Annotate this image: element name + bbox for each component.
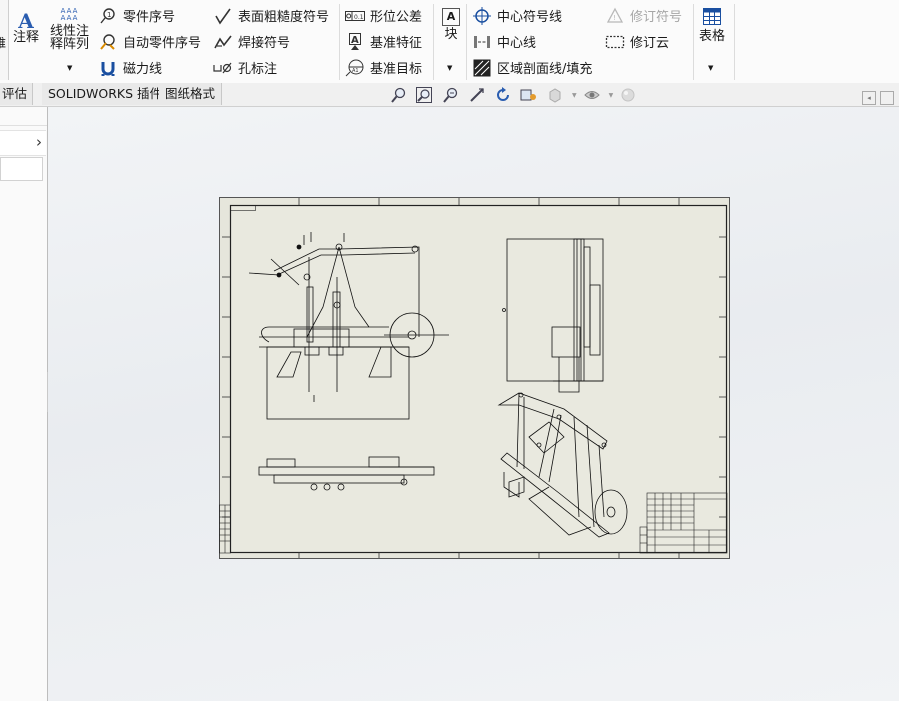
centerline-button[interactable]: 中心线	[472, 32, 536, 51]
hide-show-dropdown-icon[interactable]: ▼	[609, 92, 614, 99]
area-hatch-button[interactable]: 区域剖面线/填充	[472, 58, 592, 77]
revision-symbol-label: 修订符号	[630, 10, 683, 25]
datum-target-label: 基准目标	[370, 62, 423, 77]
datum-feature-label: 基准特征	[370, 36, 423, 51]
block-label: 块	[444, 27, 458, 42]
note-button[interactable]: A 注释	[13, 9, 40, 45]
note-icon: A	[18, 9, 34, 33]
area-hatch-icon	[472, 59, 492, 77]
command-manager-ribbon: 维 A 注释 AAA AAA 线性注 释阵列 ▼ 1 零件序号 自动零件序号 磁力…	[0, 0, 899, 84]
revision-cloud-button[interactable]: 修订云	[605, 32, 669, 51]
datum-feature-button[interactable]: A 基准特征	[345, 32, 422, 51]
surface-finish-button[interactable]: 表面粗糙度符号	[213, 6, 329, 25]
linear-note-pattern-button[interactable]: AAA AAA 线性注 释阵列	[50, 7, 90, 52]
auto-balloon-icon	[98, 33, 118, 51]
feature-manager-panel: ›	[0, 107, 57, 701]
balloon-button[interactable]: 1 零件序号	[98, 6, 175, 25]
balloon-icon: 1	[98, 7, 118, 25]
panel-header-strip	[0, 107, 47, 126]
heads-up-view-toolbar: ▼ ▼	[390, 87, 645, 103]
panel-filter-field[interactable]	[0, 157, 43, 181]
block-dropdown-icon[interactable]: ▼	[447, 64, 452, 72]
center-mark-button[interactable]: 中心符号线	[472, 6, 562, 25]
area-hatch-label: 区域剖面线/填充	[497, 62, 593, 77]
hole-callout-label: 孔标注	[238, 62, 278, 77]
auto-balloon-button[interactable]: 自动零件序号	[98, 32, 201, 51]
tab-evaluate[interactable]: 评估	[0, 83, 33, 105]
linear-note-pattern-dropdown-icon[interactable]: ▼	[67, 64, 72, 72]
linear-note-pattern-label: 线性注 释阵列	[50, 24, 90, 52]
hide-show-items-icon[interactable]	[583, 87, 601, 103]
ribbon-separator	[339, 4, 340, 80]
center-mark-label: 中心符号线	[497, 10, 563, 25]
surface-finish-label: 表面粗糙度符号	[238, 10, 330, 25]
table-icon	[703, 8, 721, 28]
ribbon-separator	[433, 4, 434, 80]
magnet-icon	[98, 59, 118, 77]
revision-cloud-label: 修订云	[630, 36, 670, 51]
centerline-icon	[472, 33, 492, 51]
ribbon-separator	[466, 4, 467, 80]
magnetic-line-button[interactable]: 磁力线	[98, 58, 162, 77]
center-mark-icon	[472, 6, 492, 25]
hole-callout-button[interactable]: 孔标注	[213, 58, 277, 77]
balloon-label: 零件序号	[123, 10, 176, 25]
view-orientation-icon[interactable]	[520, 87, 538, 103]
ribbon-separator	[734, 4, 735, 80]
ribbon-separator	[693, 4, 694, 80]
block-button[interactable]: A 块	[442, 8, 460, 41]
centerline-label: 中心线	[497, 36, 537, 51]
geometric-tolerance-label: 形位公差	[370, 10, 423, 25]
svg-text:0.1: 0.1	[354, 14, 364, 21]
geometric-tolerance-button[interactable]: 0.1 形位公差	[345, 6, 422, 25]
drawing-sheet[interactable]	[219, 197, 730, 559]
note-label: 注释	[13, 30, 40, 45]
auto-balloon-label: 自动零件序号	[123, 36, 202, 51]
smart-dimension-label-partial[interactable]: 维	[0, 34, 6, 51]
panel-expand-row[interactable]: ›	[0, 130, 46, 156]
linear-note-pattern-icon: AAA AAA	[60, 7, 79, 22]
svg-text:A: A	[351, 35, 359, 46]
viewport-restore-icon[interactable]	[880, 91, 894, 105]
chevron-right-icon: ›	[36, 133, 42, 151]
svg-text:!: !	[613, 14, 616, 22]
revision-symbol-icon: !	[605, 7, 625, 25]
revision-cloud-icon	[605, 33, 625, 51]
weld-symbol-button[interactable]: 焊接符号	[213, 32, 290, 51]
rotate-view-icon[interactable]	[494, 87, 512, 103]
table-button[interactable]: 表格	[699, 8, 725, 43]
tab-solidworks-addins[interactable]: SOLIDWORKS 插件	[42, 83, 170, 105]
zoom-to-fit-icon[interactable]	[390, 87, 408, 103]
geometric-tolerance-icon: 0.1	[345, 7, 365, 25]
datum-feature-icon: A	[345, 32, 365, 51]
zoom-to-area-icon[interactable]	[416, 87, 434, 103]
display-style-dropdown-icon[interactable]: ▼	[572, 92, 577, 99]
pan-icon[interactable]	[468, 87, 486, 103]
viewport-minimize-icon[interactable]: ◂	[862, 91, 876, 105]
magnetic-line-label: 磁力线	[123, 62, 163, 77]
weld-symbol-label: 焊接符号	[238, 36, 291, 51]
appearance-icon[interactable]	[619, 87, 637, 103]
previous-view-icon[interactable]	[442, 87, 460, 103]
graphics-area[interactable]	[48, 107, 899, 701]
hole-callout-icon	[213, 59, 233, 77]
revision-symbol-button[interactable]: ! 修订符号	[605, 6, 682, 25]
surface-finish-icon	[213, 7, 233, 25]
tab-sheet-format[interactable]: 图纸格式	[159, 83, 223, 105]
svg-text:1: 1	[107, 11, 111, 19]
block-icon: A	[442, 8, 460, 26]
svg-text:A1: A1	[352, 68, 359, 74]
weld-symbol-icon	[213, 33, 233, 51]
table-dropdown-icon[interactable]: ▼	[708, 64, 713, 72]
datum-target-icon: A1	[345, 59, 365, 77]
table-label: 表格	[699, 29, 726, 44]
datum-target-button[interactable]: A1 基准目标	[345, 58, 422, 77]
display-style-icon[interactable]	[546, 87, 564, 103]
